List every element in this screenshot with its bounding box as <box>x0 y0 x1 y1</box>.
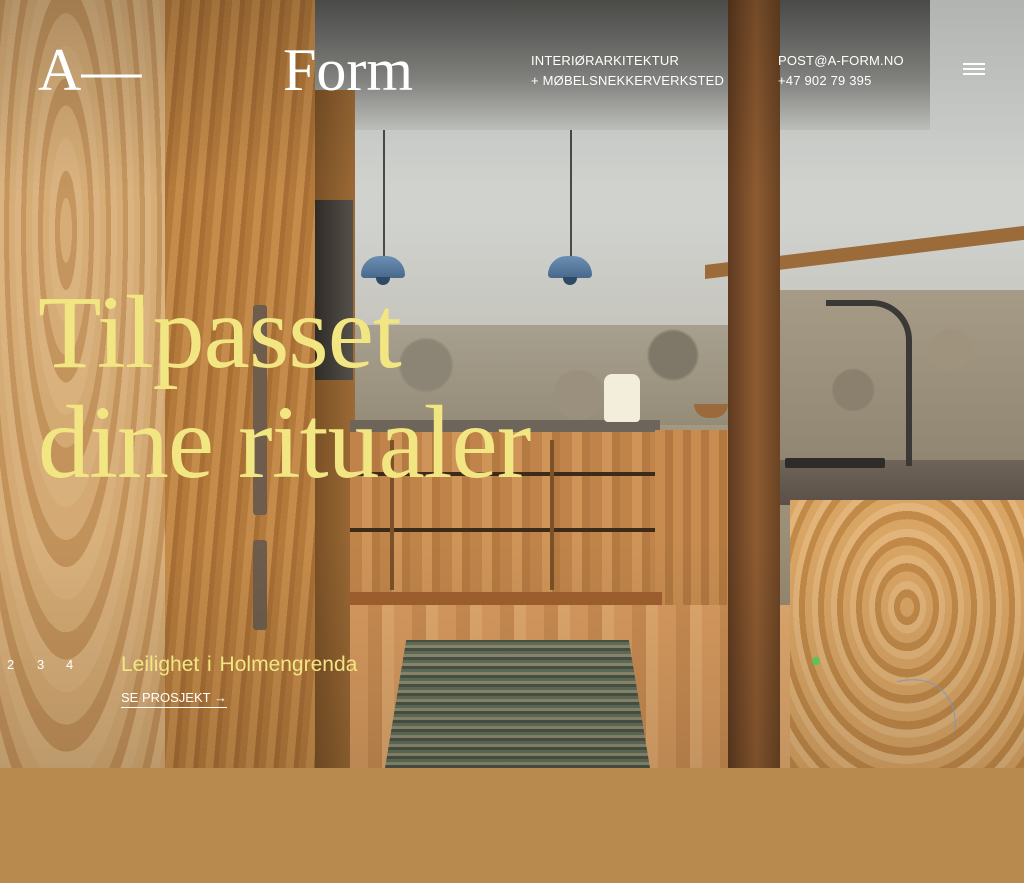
see-project-link[interactable]: SE PROSJEKT → <box>121 690 227 708</box>
logo-mark[interactable]: A— <box>38 40 141 100</box>
services-line-interior: INTERIØRARKITEKTUR <box>531 53 680 68</box>
hero-title: Tilpasset dine ritualer <box>38 275 531 500</box>
hero-title-line-2: dine ritualer <box>38 385 531 500</box>
slide-page-3[interactable]: 3 <box>37 657 44 672</box>
email-link[interactable]: POST@A-FORM.NO <box>778 51 904 71</box>
hero-title-line-1: Tilpasset <box>38 275 402 390</box>
project-name: Leilighet i Holmengrenda <box>121 653 358 676</box>
slide-page-4[interactable]: 4 <box>66 657 73 672</box>
slide-indicator-dot <box>812 657 820 665</box>
phone-link[interactable]: +47 902 79 395 <box>778 71 904 91</box>
services-line-workshop: + MØBELSNEKKERVERKSTED <box>531 73 725 88</box>
services-info: INTERIØRARKITEKTUR + MØBELSNEKKERVERKSTE… <box>531 51 724 91</box>
logo-wordmark[interactable]: Form <box>283 40 413 100</box>
slide-page-2[interactable]: 2 <box>7 657 14 672</box>
hamburger-menu-icon[interactable] <box>962 61 988 77</box>
contact-info: POST@A-FORM.NO +47 902 79 395 <box>778 51 904 91</box>
